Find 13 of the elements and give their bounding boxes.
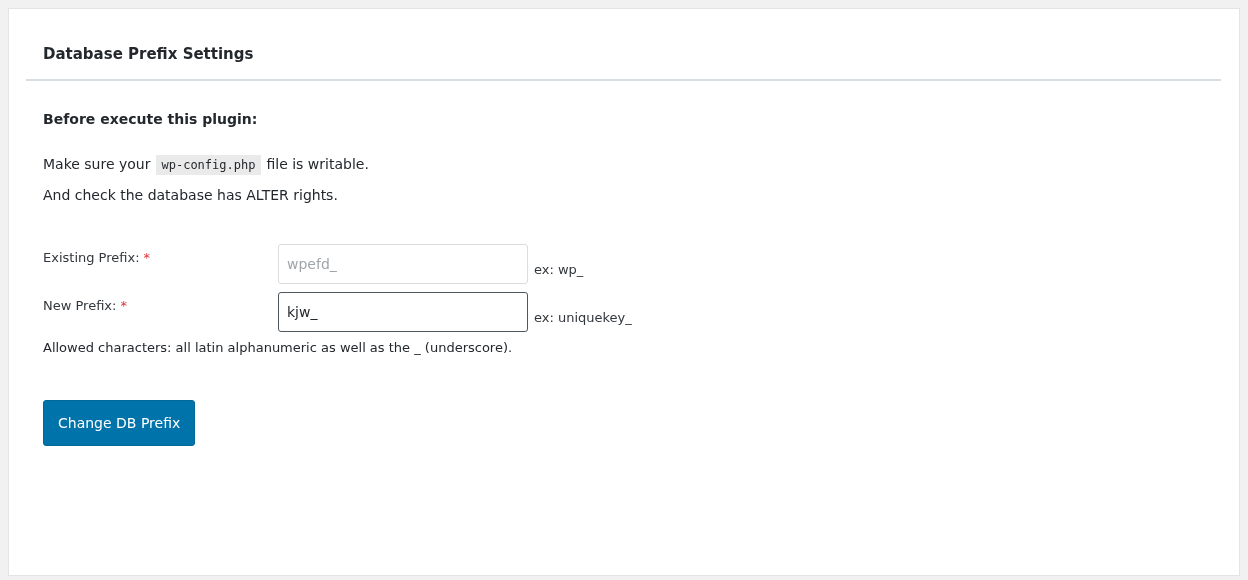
allowed-text: Allowed characters: all latin alphanumeric as well as the _ (underscore).	[43, 340, 513, 355]
required-mark: *	[120, 298, 127, 313]
prefix-input[interactable]: kjw_	[278, 292, 528, 332]
panel-title: Database Prefix Settings	[26, 45, 1221, 81]
field-label: Existing Prefix:	[43, 250, 140, 265]
change-prefix-button[interactable]: Change DB Prefix	[43, 400, 196, 446]
hint-text: ex: uniquekey_	[534, 308, 632, 325]
field-label: New Prefix:	[43, 298, 117, 313]
note-text: Make sure your wp-config.php file is writable.	[43, 153, 369, 176]
intro-text: Before execute this plugin:	[43, 111, 258, 127]
required-mark: *	[143, 250, 151, 265]
note-text: And check the database has ALTER rights.	[43, 186, 338, 205]
hint-text: ex: wp_	[534, 260, 584, 277]
